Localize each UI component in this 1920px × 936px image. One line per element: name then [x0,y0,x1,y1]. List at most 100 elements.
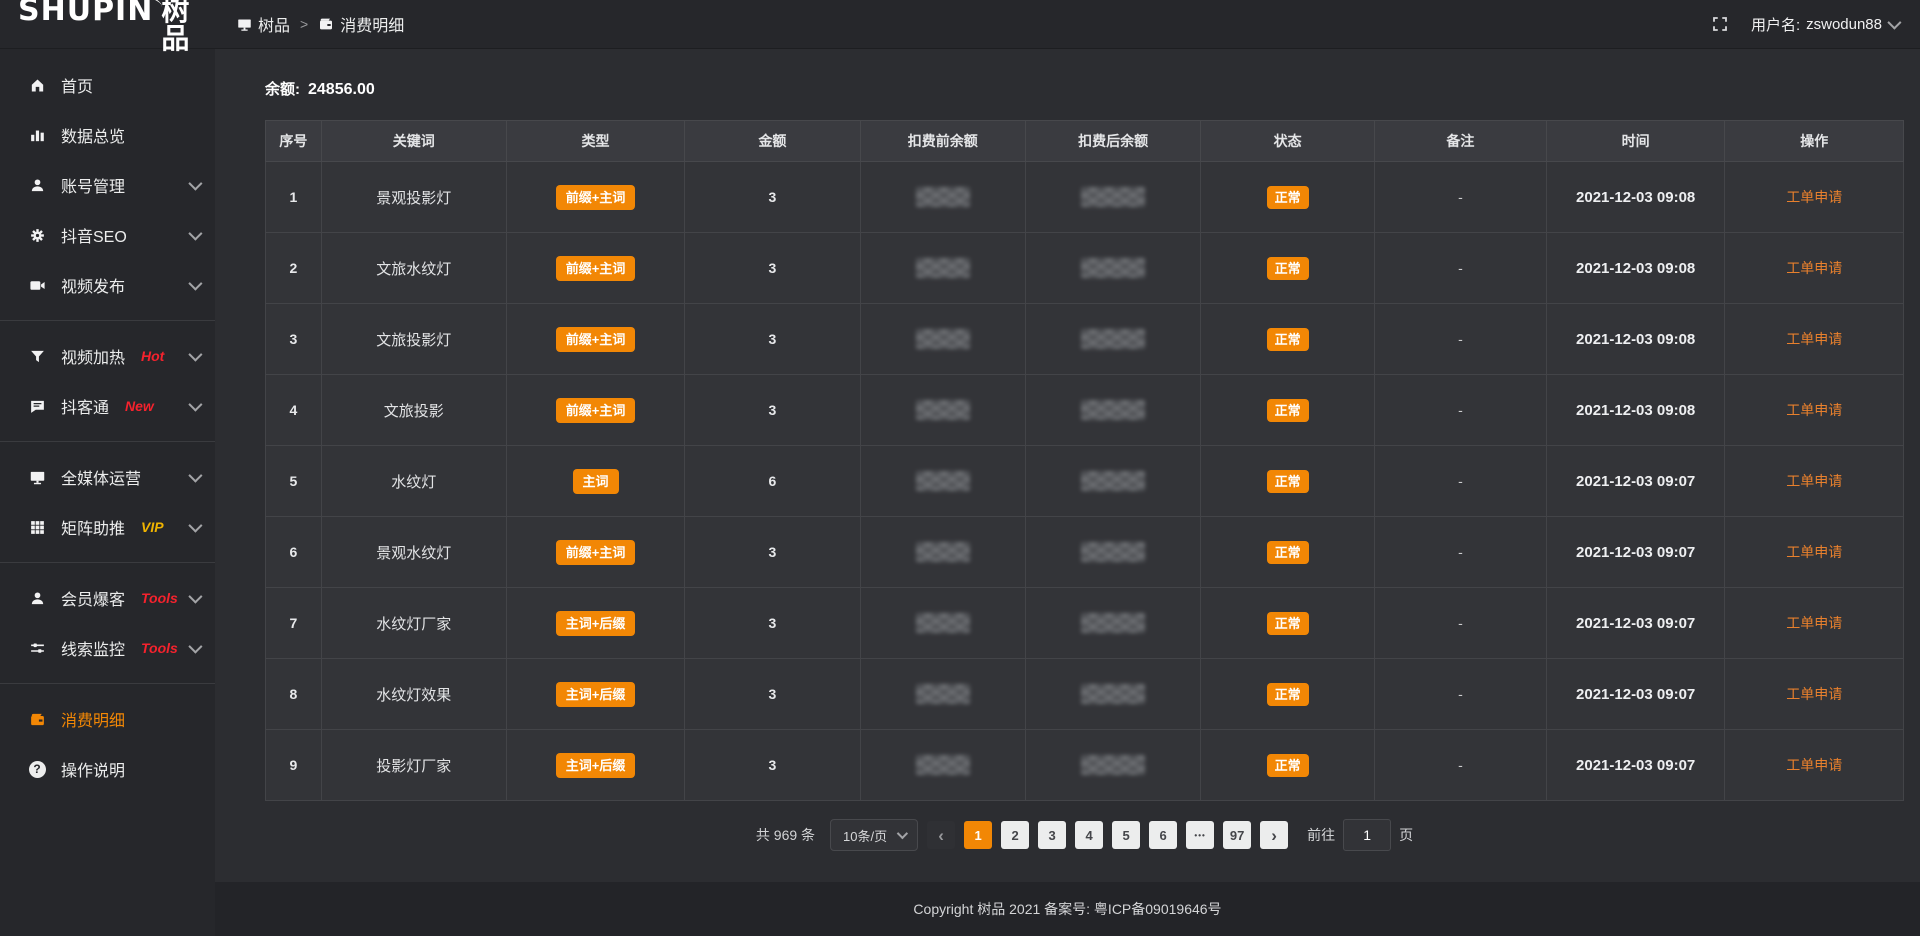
prev-page-button[interactable]: ‹ [927,821,955,849]
pagination: 共 969 条 10条/页 ‹ 1 2 3 4 5 6 ••• 97 › 前往 … [265,819,1904,851]
chat-bubble-icon [27,398,47,415]
cell-balance-before [860,162,1025,233]
col-header-action: 操作 [1725,121,1904,162]
cell-action: 工单申请 [1725,517,1904,588]
sidebar-item-video-heat[interactable]: 视频加热 Hot [0,331,215,381]
balance-value: 24856.00 [308,81,375,98]
work-order-link[interactable]: 工单申请 [1786,331,1842,347]
page-button-5[interactable]: 5 [1112,821,1140,849]
cell-balance-before [860,233,1025,304]
divider [0,683,215,684]
cell-keyword: 投影灯厂家 [321,730,506,801]
redacted-balance-before [916,684,970,704]
sidebar-item-data-overview[interactable]: 数据总览 [0,110,215,160]
more-pages-button[interactable]: ••• [1186,821,1214,849]
sidebar-item-lead-monitoring[interactable]: 线索监控 Tools [0,623,215,673]
consumption-table: 序号 关键词 类型 金额 扣费前余额 扣费后余额 状态 备注 时间 操作 1 [265,120,1904,801]
page-button-97[interactable]: 97 [1223,821,1251,849]
goto-label: 前往 [1307,825,1335,845]
page-size-value: 10条/页 [843,826,887,845]
status-badge: 正常 [1267,328,1309,351]
cell-action: 工单申请 [1725,162,1904,233]
sidebar-item-matrix-boost[interactable]: 矩阵助推 VIP [0,502,215,552]
next-page-button[interactable]: › [1260,821,1288,849]
breadcrumb-current-label: 消费明细 [340,12,404,36]
cell-time: 2021-12-03 09:07 [1546,659,1725,730]
sidebar-item-account-management[interactable]: 账号管理 [0,160,215,210]
sidebar-item-consumption-detail[interactable]: 消费明细 [0,694,215,744]
funnel-icon [27,348,47,365]
cell-time: 2021-12-03 09:08 [1546,233,1725,304]
cell-keyword: 文旅投影灯 [321,304,506,375]
redacted-balance-before [916,258,970,278]
redacted-balance-after [1081,755,1145,775]
cell-amount: 3 [685,659,860,730]
status-badge: 正常 [1267,754,1309,777]
username-value: zswodun88 [1806,16,1882,33]
cell-keyword: 水纹灯 [321,446,506,517]
cell-action: 工单申请 [1725,304,1904,375]
sidebar-item-label: 账号管理 [61,173,125,197]
gear-icon [27,227,47,244]
breadcrumb-home[interactable]: 树品 [237,12,290,36]
table-row: 7 水纹灯厂家 主词+后缀 3 正常 - 2021-12-03 09:07 工单… [266,588,1904,659]
breadcrumb-home-label: 树品 [258,12,290,36]
consumption-detail-page: SHUPIN 树品 树品 > 消费明细 [0,0,1920,936]
status-badge: 正常 [1267,541,1309,564]
goto-page-input[interactable] [1343,819,1391,851]
balance-row: 余额:24856.00 [215,48,1920,99]
cell-balance-after [1026,446,1201,517]
work-order-link[interactable]: 工单申请 [1786,189,1842,205]
bar-chart-icon [27,127,47,144]
page-button-3[interactable]: 3 [1038,821,1066,849]
work-order-link[interactable]: 工单申请 [1786,686,1842,702]
sidebar-item-douyin-seo[interactable]: 抖音SEO [0,210,215,260]
table-row: 9 投影灯厂家 主词+后缀 3 正常 - 2021-12-03 09:07 工单… [266,730,1904,801]
page-button-6[interactable]: 6 [1149,821,1177,849]
cell-amount: 3 [685,162,860,233]
user-menu[interactable]: 用户名: zswodun88 [1751,14,1898,35]
redacted-balance-after [1081,684,1145,704]
page-button-1[interactable]: 1 [964,821,992,849]
sidebar-item-member-baoke[interactable]: 会员爆客 Tools [0,573,215,623]
col-header-balance-after: 扣费后余额 [1026,121,1201,162]
chevron-down-icon [188,398,202,412]
work-order-link[interactable]: 工单申请 [1786,402,1842,418]
work-order-link[interactable]: 工单申请 [1786,757,1842,773]
cell-keyword: 文旅水纹灯 [321,233,506,304]
user-icon [27,590,47,607]
sidebar-item-doukotong[interactable]: 抖客通 New [0,381,215,431]
cell-balance-before [860,304,1025,375]
sidebar-item-omnimedia-operation[interactable]: 全媒体运营 [0,452,215,502]
col-header-time: 时间 [1546,121,1725,162]
cell-status: 正常 [1201,304,1375,375]
breadcrumb: 树品 > 消费明细 [237,12,404,36]
cell-time: 2021-12-03 09:07 [1546,588,1725,659]
user-icon [27,177,47,194]
page-button-4[interactable]: 4 [1075,821,1103,849]
col-header-type: 类型 [506,121,685,162]
sidebar-item-label: 首页 [61,73,93,97]
cell-time: 2021-12-03 09:08 [1546,304,1725,375]
work-order-link[interactable]: 工单申请 [1786,473,1842,489]
breadcrumb-current[interactable]: 消费明细 [318,12,404,36]
fullscreen-icon[interactable] [1711,15,1729,33]
sidebar-item-home[interactable]: 首页 [0,60,215,110]
sidebar-item-label: 线索监控 [61,636,125,660]
cell-keyword: 文旅投影 [321,375,506,446]
cell-amount: 3 [685,233,860,304]
work-order-link[interactable]: 工单申请 [1786,544,1842,560]
work-order-link[interactable]: 工单申请 [1786,615,1842,631]
page-size-select[interactable]: 10条/页 [830,819,918,851]
home-icon [27,77,47,94]
cell-balance-before [860,730,1025,801]
video-camera-icon [27,277,47,294]
cell-balance-after [1026,162,1201,233]
cell-status: 正常 [1201,730,1375,801]
page-button-2[interactable]: 2 [1001,821,1029,849]
sidebar-item-video-publish[interactable]: 视频发布 [0,260,215,310]
new-badge: New [125,398,154,414]
sidebar-item-instructions[interactable]: 操作说明 [0,744,215,794]
sidebar-item-label: 抖音SEO [61,223,127,247]
work-order-link[interactable]: 工单申请 [1786,260,1842,276]
